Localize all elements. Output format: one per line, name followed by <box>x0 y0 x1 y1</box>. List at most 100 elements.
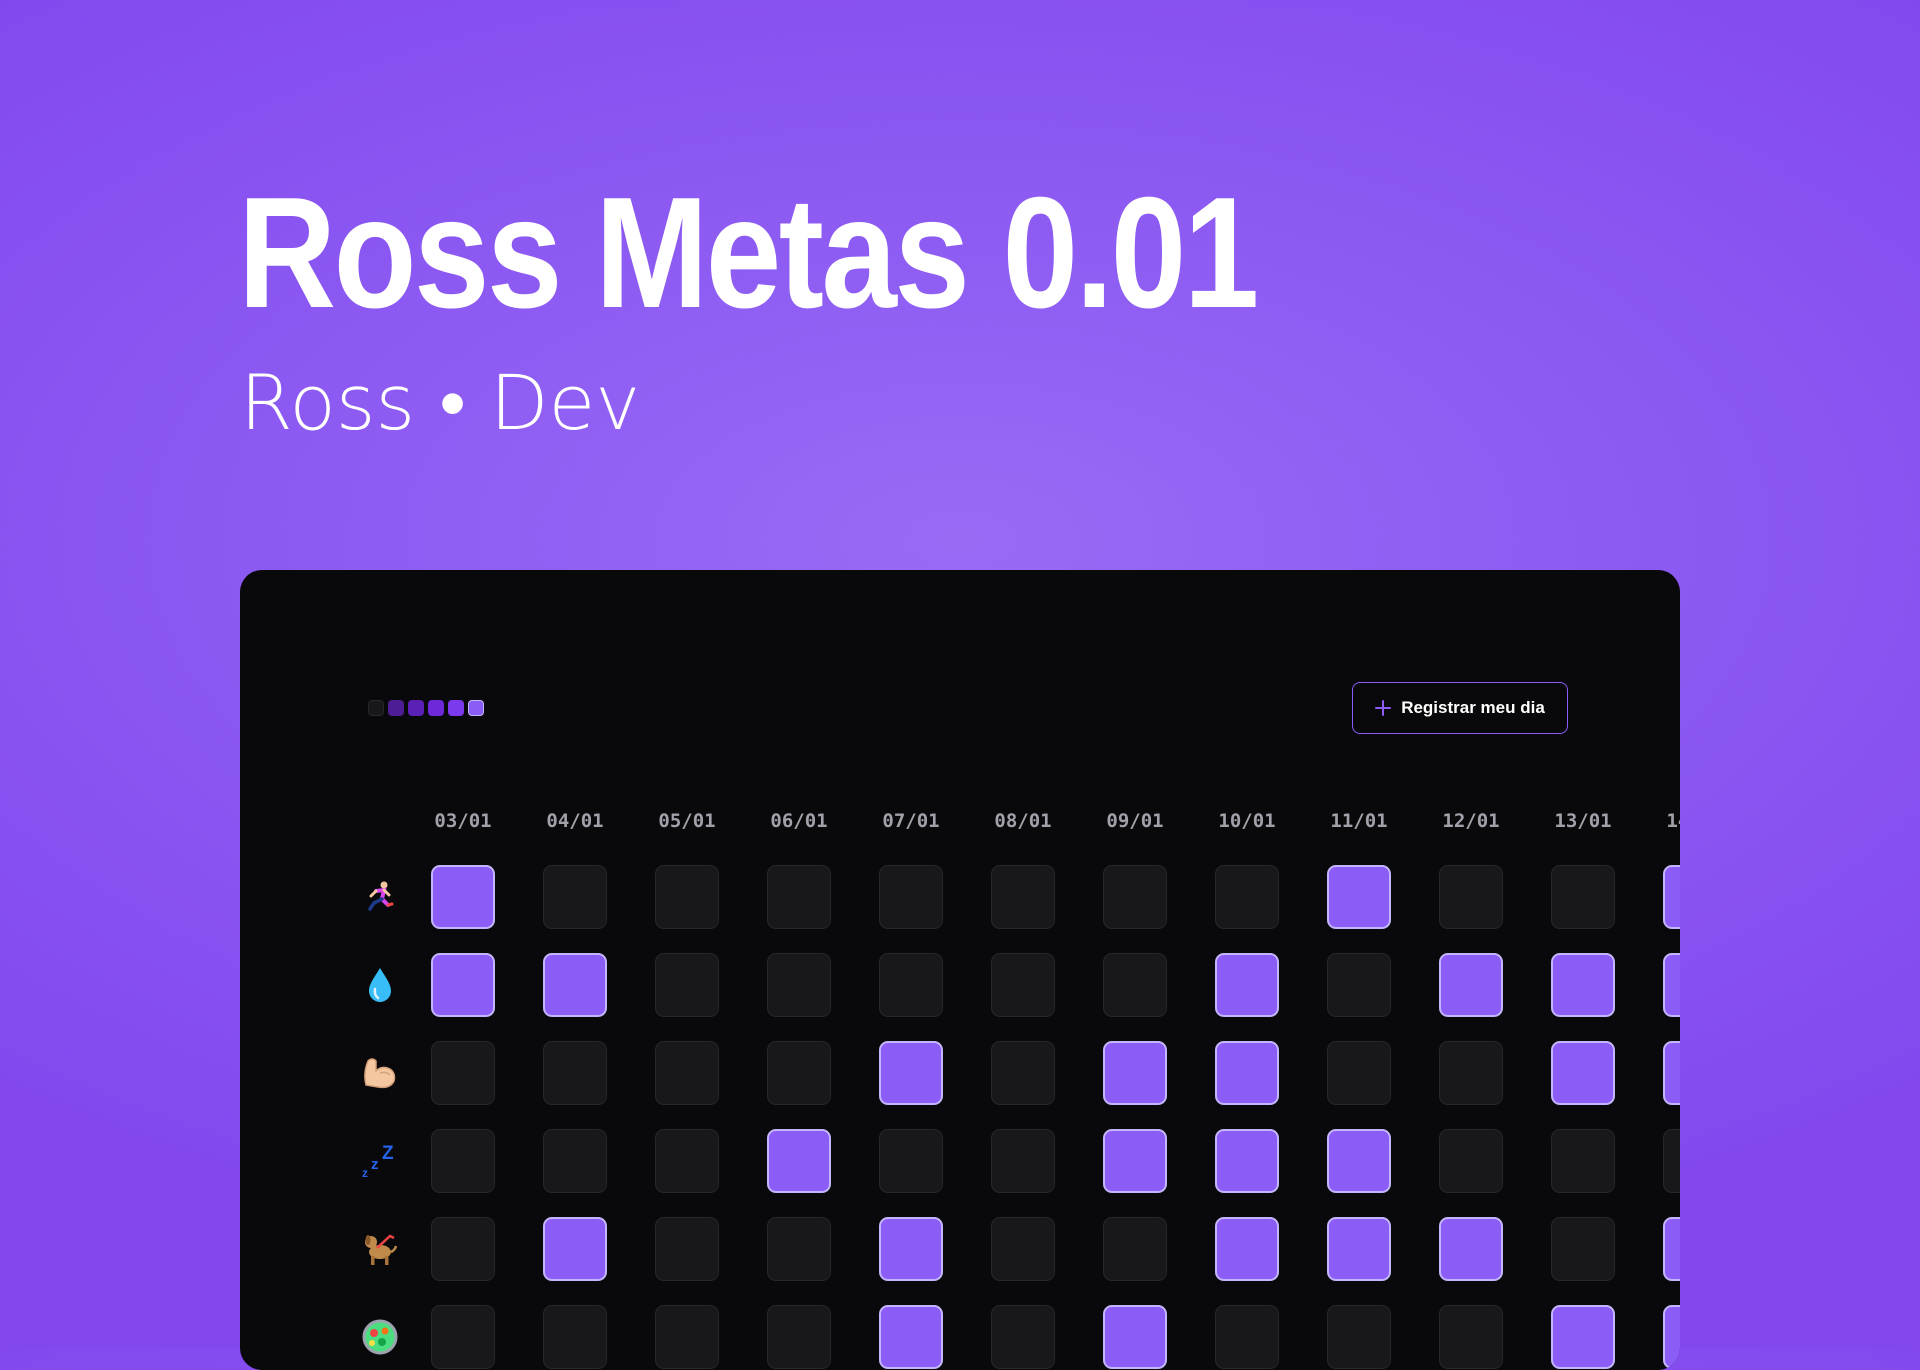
habit-day-cell[interactable] <box>1103 1129 1167 1193</box>
habit-tracker-panel: Registrar meu dia 03/01 04/01 05/01 06/01 07… <box>240 570 1680 1370</box>
date-label: 07/01 <box>882 810 940 832</box>
habit-day-cell[interactable] <box>767 1305 831 1369</box>
habit-day-cell[interactable] <box>1327 1217 1391 1281</box>
date-label: 14/01 <box>1666 810 1680 832</box>
register-day-button[interactable]: Registrar meu dia <box>1352 682 1568 734</box>
habit-day-cell[interactable] <box>991 1041 1055 1105</box>
habit-day-cell[interactable] <box>655 1129 719 1193</box>
habit-day-cell[interactable] <box>1439 1041 1503 1105</box>
habit-day-cell[interactable] <box>1663 865 1680 929</box>
habit-day-cell[interactable] <box>655 1305 719 1369</box>
habit-day-cell[interactable] <box>991 1217 1055 1281</box>
habit-day-cell[interactable] <box>1215 865 1279 929</box>
habit-day-cell[interactable] <box>1103 1041 1167 1105</box>
habit-day-cell[interactable] <box>1215 1217 1279 1281</box>
habit-day-cell[interactable] <box>767 1129 831 1193</box>
page-subtitle: Ross • Dev <box>240 358 641 447</box>
svg-text:z: z <box>371 1156 379 1173</box>
habit-day-cell[interactable] <box>1551 1041 1615 1105</box>
date-label: 12/01 <box>1442 810 1500 832</box>
habit-day-cell[interactable] <box>1551 953 1615 1017</box>
habit-day-cell[interactable] <box>1327 1305 1391 1369</box>
habit-day-cell[interactable] <box>767 953 831 1017</box>
date-label: 11/01 <box>1330 810 1388 832</box>
habit-day-cell[interactable] <box>431 865 495 929</box>
legend-swatch <box>368 700 384 716</box>
habit-day-cell[interactable] <box>1439 1129 1503 1193</box>
habit-day-cell[interactable] <box>1663 1217 1680 1281</box>
habit-day-cell[interactable] <box>1551 1217 1615 1281</box>
water-drop-icon <box>358 963 402 1007</box>
page-title: Ross Metas 0.01 <box>238 165 1259 341</box>
habit-day-cell[interactable] <box>1551 1305 1615 1369</box>
plus-icon <box>1375 700 1392 716</box>
legend-swatch <box>408 700 424 716</box>
habit-day-cell[interactable] <box>767 1217 831 1281</box>
date-label: 04/01 <box>546 810 604 832</box>
habit-day-cell[interactable] <box>431 1041 495 1105</box>
sleep-zzz-icon: zzZ <box>358 1139 402 1183</box>
habit-day-cell[interactable] <box>543 953 607 1017</box>
habit-day-cell[interactable] <box>1439 953 1503 1017</box>
habit-day-cell[interactable] <box>1215 1041 1279 1105</box>
habit-day-cell[interactable] <box>655 953 719 1017</box>
habit-day-cell[interactable] <box>991 1305 1055 1369</box>
habit-day-cell[interactable] <box>1103 1217 1167 1281</box>
legend-swatch <box>428 700 444 716</box>
habit-day-cell[interactable] <box>543 865 607 929</box>
habit-day-cell[interactable] <box>431 953 495 1017</box>
habit-day-cell[interactable] <box>767 865 831 929</box>
habit-day-cell[interactable] <box>879 1305 943 1369</box>
habit-day-cell[interactable] <box>991 865 1055 929</box>
date-label: 08/01 <box>994 810 1052 832</box>
flexed-biceps-icon <box>358 1051 402 1095</box>
habit-day-cell[interactable] <box>879 1041 943 1105</box>
habit-day-cell[interactable] <box>879 1129 943 1193</box>
habit-day-cell[interactable] <box>1215 1305 1279 1369</box>
habit-day-cell[interactable] <box>543 1041 607 1105</box>
habit-day-cell[interactable] <box>1327 953 1391 1017</box>
habit-day-cell[interactable] <box>1663 953 1680 1017</box>
legend-swatch <box>388 700 404 716</box>
habit-day-cell[interactable] <box>1215 1129 1279 1193</box>
habit-day-cell[interactable] <box>1327 1041 1391 1105</box>
habit-day-cell[interactable] <box>879 865 943 929</box>
svg-text:z: z <box>362 1166 368 1180</box>
habit-day-cell[interactable] <box>543 1305 607 1369</box>
date-label: 06/01 <box>770 810 828 832</box>
habit-day-cell[interactable] <box>1663 1305 1680 1369</box>
habit-day-cell[interactable] <box>1551 1129 1615 1193</box>
habit-day-cell[interactable] <box>1327 865 1391 929</box>
salad-icon <box>358 1315 402 1359</box>
habit-day-cell[interactable] <box>1215 953 1279 1017</box>
habit-day-cell[interactable] <box>431 1217 495 1281</box>
habit-day-cell[interactable] <box>1103 865 1167 929</box>
habit-day-cell[interactable] <box>1103 1305 1167 1369</box>
habit-day-cell[interactable] <box>1663 1041 1680 1105</box>
habit-day-cell[interactable] <box>1439 1217 1503 1281</box>
habit-day-cell[interactable] <box>431 1129 495 1193</box>
running-icon <box>358 875 402 919</box>
habit-day-cell[interactable] <box>1439 865 1503 929</box>
habit-day-cell[interactable] <box>1551 865 1615 929</box>
date-label: 13/01 <box>1554 810 1612 832</box>
habit-day-cell[interactable] <box>879 1217 943 1281</box>
habit-day-cell[interactable] <box>655 1217 719 1281</box>
habit-day-cell[interactable] <box>543 1217 607 1281</box>
habit-day-cell[interactable] <box>1439 1305 1503 1369</box>
habit-day-cell[interactable] <box>991 953 1055 1017</box>
habit-day-cell[interactable] <box>1327 1129 1391 1193</box>
habit-day-cell[interactable] <box>767 1041 831 1105</box>
habit-day-cell[interactable] <box>991 1129 1055 1193</box>
legend-swatch <box>468 700 484 716</box>
habit-day-cell[interactable] <box>431 1305 495 1369</box>
habit-day-cell[interactable] <box>543 1129 607 1193</box>
habit-day-cell[interactable] <box>879 953 943 1017</box>
habit-day-cell[interactable] <box>1663 1129 1680 1193</box>
habit-day-cell[interactable] <box>655 1041 719 1105</box>
date-label: 05/01 <box>658 810 716 832</box>
habit-day-cell[interactable] <box>1103 953 1167 1017</box>
date-label: 03/01 <box>434 810 492 832</box>
habit-day-cell[interactable] <box>655 865 719 929</box>
register-day-label: Registrar meu dia <box>1401 698 1545 717</box>
